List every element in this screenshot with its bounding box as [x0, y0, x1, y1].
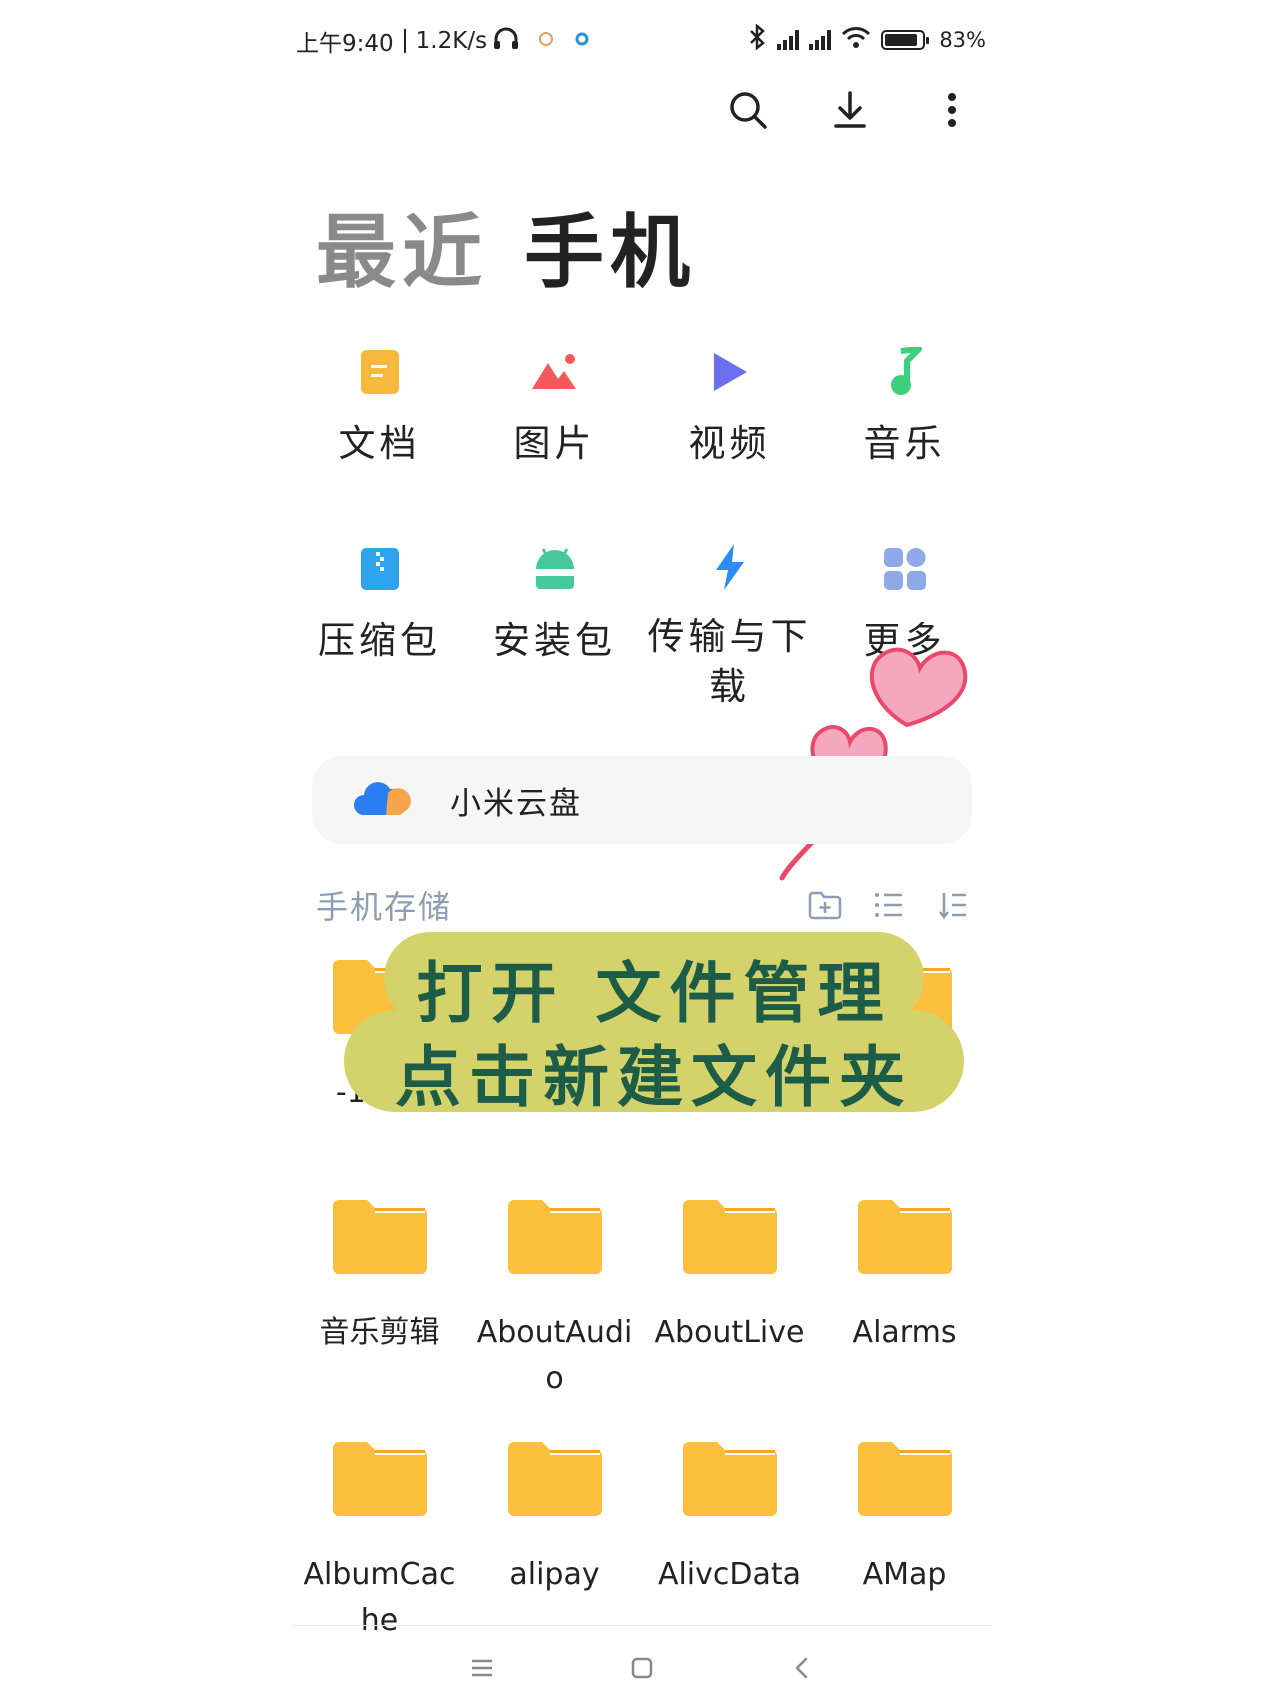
cell-signal-icon-2 [809, 30, 832, 50]
app-notification-icon-2 [573, 28, 591, 54]
category-archives[interactable]: 压缩包 [292, 542, 467, 694]
folder-icon [332, 1198, 427, 1274]
battery-percent: 83% [939, 28, 986, 52]
folder-item[interactable]: Alarms [817, 1198, 992, 1402]
bluetooth-icon [747, 23, 767, 56]
search-icon[interactable] [728, 90, 768, 130]
status-bar: 上午9:40 1.2K/s 83% [292, 20, 992, 60]
folder-icon [507, 1440, 602, 1516]
folder-label: 音乐剪辑 [319, 1315, 440, 1350]
folder-label: AboutAudio [476, 1315, 633, 1396]
category-label: 压缩包 [318, 619, 441, 662]
app-notification-icon [537, 28, 555, 54]
archive-icon [353, 542, 407, 596]
category-label: 文档 [338, 422, 421, 465]
folder-item[interactable]: AMap [817, 1440, 992, 1644]
folder-icon [682, 1198, 777, 1274]
storage-title: 手机存储 [316, 888, 453, 926]
folder-label: AMap [862, 1557, 947, 1592]
folder-item[interactable]: AboutAudio [467, 1198, 642, 1402]
folder-icon [857, 1198, 952, 1274]
category-videos[interactable]: 视频 [642, 345, 817, 497]
music-icon [878, 345, 932, 399]
system-nav-bar [292, 1640, 992, 1696]
category-music[interactable]: 音乐 [817, 345, 992, 497]
cloud-icon [352, 775, 412, 825]
category-label: 图片 [513, 422, 596, 465]
more-grid-icon [878, 542, 932, 596]
folder-item[interactable]: alipay [467, 1440, 642, 1644]
tab-recent[interactable]: 最近 [316, 188, 488, 304]
file-manager-screen: 上午9:40 1.2K/s 83% 最近 手机 文档 图片 视频 音乐 压缩包 … [292, 0, 992, 1706]
list-view-icon[interactable] [870, 886, 908, 924]
folder-row-3: AlbumCache alipay AlivcData AMap [292, 1440, 992, 1644]
category-documents[interactable]: 文档 [292, 345, 467, 497]
folder-item[interactable]: 音乐剪辑 [292, 1198, 467, 1402]
heart-sticker [779, 647, 968, 881]
video-icon [703, 345, 757, 399]
tab-phone[interactable]: 手机 [524, 188, 696, 304]
download-icon[interactable] [830, 90, 870, 130]
folder-label: AlbumCache [303, 1557, 456, 1638]
transfer-icon [703, 542, 757, 592]
folder-row-2: 音乐剪辑 AboutAudio AboutLive Alarms [292, 1198, 992, 1402]
folder-icon [507, 1198, 602, 1274]
document-icon [353, 345, 407, 399]
view-tabs: 最近 手机 [316, 188, 696, 304]
wifi-icon [841, 26, 871, 54]
folder-item[interactable]: AlivcData [642, 1440, 817, 1644]
folder-icon [682, 1440, 777, 1516]
top-actions [728, 90, 972, 130]
caption-line-2: 点击新建文件夹 [395, 1039, 913, 1116]
folder-label: AboutLive [654, 1315, 805, 1350]
new-folder-icon[interactable] [806, 886, 844, 924]
status-separator [403, 29, 406, 53]
battery-icon [881, 30, 930, 50]
caption-line-1: 打开 文件管理 [416, 955, 892, 1032]
home-icon[interactable] [622, 1648, 662, 1688]
category-images[interactable]: 图片 [467, 345, 642, 497]
status-time: 上午9:40 [296, 31, 394, 57]
category-label: 视频 [688, 422, 771, 465]
image-icon [528, 345, 582, 399]
folder-label: Alarms [852, 1315, 957, 1350]
storage-header: 手机存储 [316, 882, 972, 928]
nav-divider [292, 1625, 992, 1626]
folder-item[interactable]: AlbumCache [292, 1440, 467, 1644]
category-label: 音乐 [863, 422, 946, 465]
menu-icon[interactable] [462, 1648, 502, 1688]
instruction-caption: 打开 文件管理 点击新建文件夹 [344, 932, 964, 1116]
category-label: 安装包 [493, 619, 616, 662]
folder-icon [857, 1440, 952, 1516]
sort-icon[interactable] [934, 886, 972, 924]
android-icon [528, 542, 582, 596]
headphone-icon [493, 26, 519, 56]
cell-signal-icon [777, 30, 800, 50]
back-icon[interactable] [782, 1648, 822, 1688]
folder-item[interactable]: AboutLive [642, 1198, 817, 1402]
folder-label: alipay [509, 1557, 600, 1592]
category-apks[interactable]: 安装包 [467, 542, 642, 694]
folder-label: AlivcData [657, 1557, 802, 1592]
more-icon[interactable] [932, 90, 972, 130]
network-speed: 1.2K/s [415, 28, 488, 54]
folder-icon [332, 1440, 427, 1516]
mi-cloud-entry[interactable]: 小米云盘 [312, 756, 972, 844]
mi-cloud-label: 小米云盘 [450, 785, 582, 822]
